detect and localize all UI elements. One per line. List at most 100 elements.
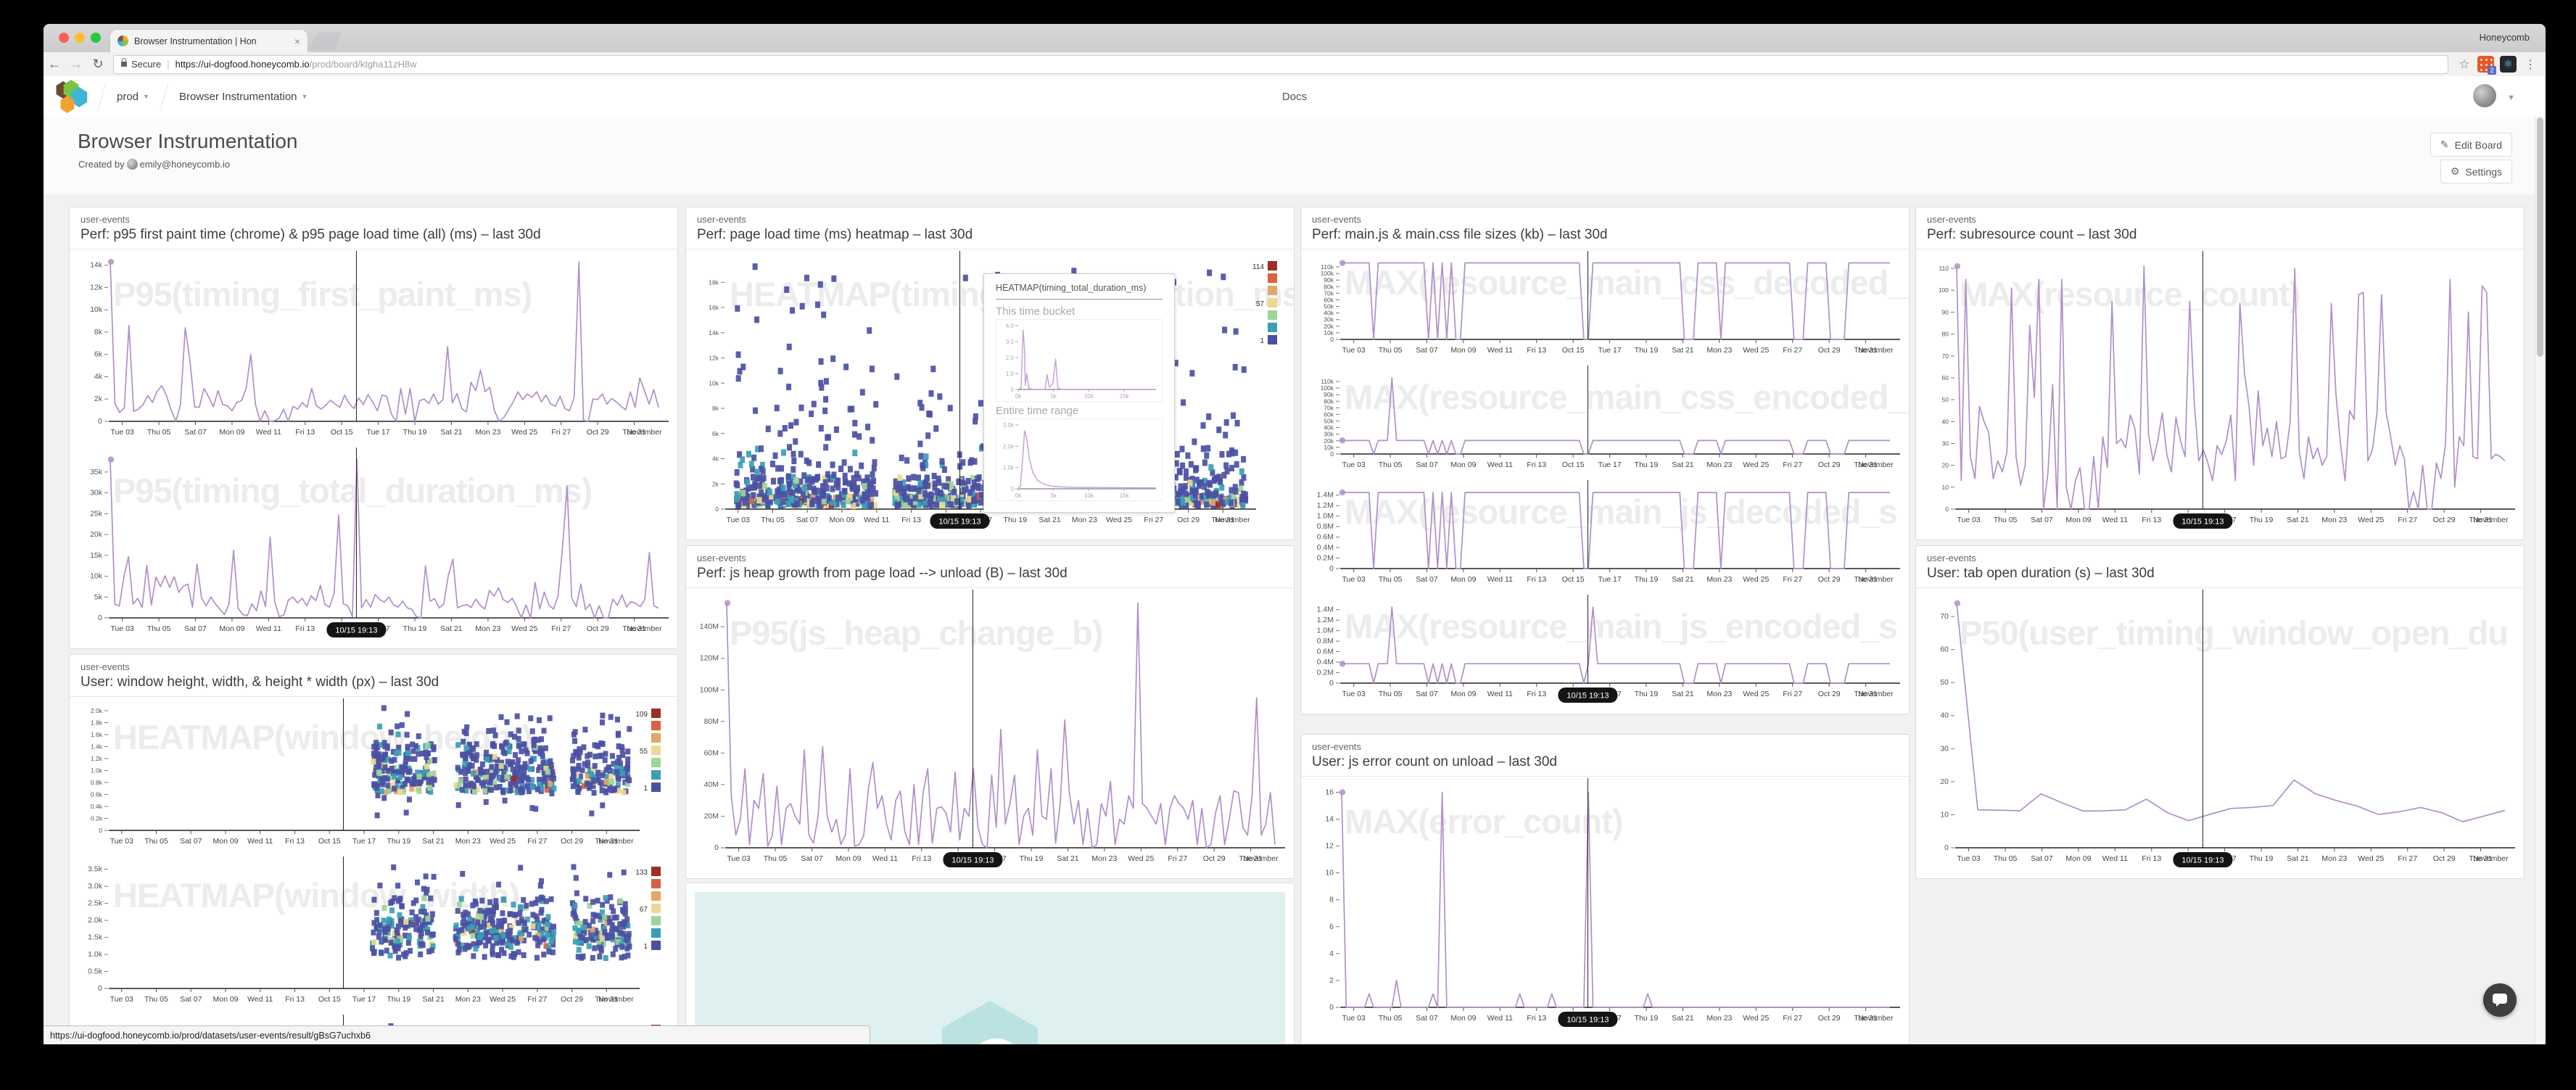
page-scrollbar[interactable] <box>2535 116 2546 1044</box>
svg-text:20M: 20M <box>704 812 719 820</box>
svg-text:Oct 15: Oct 15 <box>1562 461 1585 469</box>
svg-text:80M: 80M <box>704 717 719 726</box>
svg-text:4k: 4k <box>94 372 103 381</box>
chrome-menu-icon[interactable]: ⋮ <box>2519 57 2541 72</box>
svg-text:Mon 23: Mon 23 <box>1706 1014 1732 1023</box>
react-devtools-extension-icon[interactable]: ⚛ <box>2500 56 2517 73</box>
creator-avatar <box>126 159 138 170</box>
svg-text:Oct 29: Oct 29 <box>1818 1014 1841 1023</box>
panel-file-sizes[interactable]: user-events Perf: main.js & main.css fil… <box>1300 207 1910 714</box>
svg-text:40k: 40k <box>1324 310 1334 317</box>
address-bar[interactable]: Secure | https://ui-dogfood.honeycomb.io… <box>113 54 2448 74</box>
new-tab-button[interactable] <box>309 33 342 50</box>
browser-window: Browser Instrumentation | Hon × Honeycom… <box>44 24 2546 1044</box>
svg-text:50: 50 <box>1940 678 1949 687</box>
svg-text:Fri 27: Fri 27 <box>551 624 571 633</box>
svg-text:Sat 21: Sat 21 <box>2287 516 2309 524</box>
svg-text:Wed 11: Wed 11 <box>2102 854 2128 863</box>
svg-text:Sat 07: Sat 07 <box>180 995 202 1004</box>
svg-text:10k: 10k <box>1324 444 1334 451</box>
nav-separator <box>160 82 169 111</box>
svg-text:Tue 03: Tue 03 <box>1342 1014 1365 1023</box>
zoom-window-button[interactable] <box>91 33 101 43</box>
bookmark-star-icon[interactable]: ☆ <box>2454 57 2474 72</box>
svg-text:15k: 15k <box>1120 393 1130 400</box>
svg-text:1.0k: 1.0k <box>1003 465 1015 471</box>
settings-button[interactable]: ⚙ Settings <box>2440 160 2512 183</box>
svg-text:Oct 15: Oct 15 <box>318 837 341 846</box>
svg-text:November: November <box>1243 854 1279 863</box>
svg-text:2k: 2k <box>712 480 719 487</box>
forward-button[interactable]: → <box>65 57 87 72</box>
panel-js-errors[interactable]: user-events User: js error count on unlo… <box>1300 734 1910 1044</box>
edit-board-button[interactable]: ✎ Edit Board <box>2430 133 2512 157</box>
svg-text:50: 50 <box>1942 396 1949 403</box>
url-path: /prod/board/ktgha11zH8w <box>309 59 417 70</box>
honeycomb-logo[interactable] <box>54 80 88 113</box>
svg-text:110: 110 <box>1939 265 1949 272</box>
svg-text:Sat 21: Sat 21 <box>440 624 463 633</box>
reload-button[interactable]: ↻ <box>87 57 109 72</box>
board-selector[interactable]: Browser Instrumentation ▼ <box>179 91 308 103</box>
svg-text:8: 8 <box>1329 896 1334 904</box>
svg-text:100k: 100k <box>1321 384 1334 392</box>
chevron-down-icon: ▼ <box>301 93 308 100</box>
panel-js-heap[interactable]: user-events Perf: js heap growth from pa… <box>685 545 1295 879</box>
creator-email[interactable]: emily@honeycomb.io <box>140 159 230 170</box>
intercom-chat-button[interactable] <box>2483 983 2517 1017</box>
minimize-window-button[interactable] <box>75 33 85 43</box>
svg-text:Thu 05: Thu 05 <box>764 854 788 863</box>
env-selector[interactable]: prod ▼ <box>117 91 149 103</box>
svg-text:Oct 29: Oct 29 <box>587 428 609 437</box>
svg-text:Fri 27: Fri 27 <box>1168 854 1187 863</box>
app-navbar: prod ▼ Browser Instrumentation ▼ Docs ▼ <box>44 76 2546 117</box>
panel-loading[interactable] <box>685 883 1295 1044</box>
svg-text:20k: 20k <box>1324 323 1334 330</box>
scrollbar-thumb[interactable] <box>2537 117 2543 357</box>
svg-text:Fri 27: Fri 27 <box>551 428 571 437</box>
panel-subresource-count[interactable]: user-events Perf: subresource count – la… <box>1915 207 2525 540</box>
close-window-button[interactable] <box>59 33 69 43</box>
svg-text:Thu 19: Thu 19 <box>1635 346 1659 355</box>
svg-text:Mon 23: Mon 23 <box>2321 516 2347 524</box>
chart-js-decoded: MAX(resource_main_js_decoded_s 0 0.2M 0.4M 0… <box>1316 480 1900 584</box>
svg-text:1: 1 <box>1260 337 1264 345</box>
chevron-down-icon[interactable]: ▼ <box>2507 94 2515 102</box>
svg-text:November: November <box>1858 575 1894 584</box>
extension-icon[interactable]: 2 <box>2477 56 2496 75</box>
svg-text:40M: 40M <box>704 780 719 789</box>
svg-text:Fri 27: Fri 27 <box>1783 1014 1802 1023</box>
docs-link[interactable]: Docs <box>1282 91 1307 103</box>
browser-tab[interactable]: Browser Instrumentation | Hon × <box>110 30 307 52</box>
user-avatar[interactable] <box>2473 84 2496 107</box>
svg-text:Mon 09: Mon 09 <box>2065 516 2091 524</box>
svg-text:Wed 11: Wed 11 <box>2102 516 2128 524</box>
svg-text:114: 114 <box>1252 263 1264 271</box>
panel-tab-duration[interactable]: user-events User: tab open duration (s) … <box>1915 545 2525 879</box>
panel-first-paint[interactable]: user-events Perf: p95 first paint time (… <box>69 207 678 649</box>
svg-text:35k: 35k <box>90 468 103 476</box>
svg-text:Sat 07: Sat 07 <box>1416 346 1438 355</box>
svg-text:15k: 15k <box>1120 492 1130 499</box>
svg-text:60M: 60M <box>704 748 719 757</box>
url-separator: | <box>167 59 170 70</box>
svg-text:3.0k: 3.0k <box>88 882 103 891</box>
panel-window-size[interactable]: user-events User: window height, width, … <box>69 654 678 1044</box>
page-title: Browser Instrumentation <box>78 130 298 152</box>
svg-text:Thu 05: Thu 05 <box>1994 854 2018 863</box>
svg-text:Sat 21: Sat 21 <box>1672 1014 1694 1023</box>
svg-text:Fri 13: Fri 13 <box>1527 461 1546 469</box>
svg-text:1: 1 <box>643 943 648 951</box>
svg-text:Wed 25: Wed 25 <box>511 428 537 437</box>
svg-text:40k: 40k <box>1324 424 1334 432</box>
panel-load-heatmap[interactable]: user-events Perf: page load time (ms) he… <box>685 207 1295 540</box>
created-by-prefix: Created by <box>78 159 125 170</box>
svg-text:3.0: 3.0 <box>1006 339 1015 345</box>
board-label: Browser Instrumentation <box>178 90 297 103</box>
svg-text:Fri 27: Fri 27 <box>2398 854 2417 863</box>
svg-text:Wed 25: Wed 25 <box>1743 1014 1769 1023</box>
chart-total-duration: P95(timing_total_duration_ms) 0 5k 10k 15k 20… <box>70 446 677 643</box>
tab-close-icon[interactable]: × <box>294 36 300 46</box>
back-button[interactable]: ← <box>44 57 65 72</box>
svg-text:Wed 25: Wed 25 <box>1106 516 1132 524</box>
